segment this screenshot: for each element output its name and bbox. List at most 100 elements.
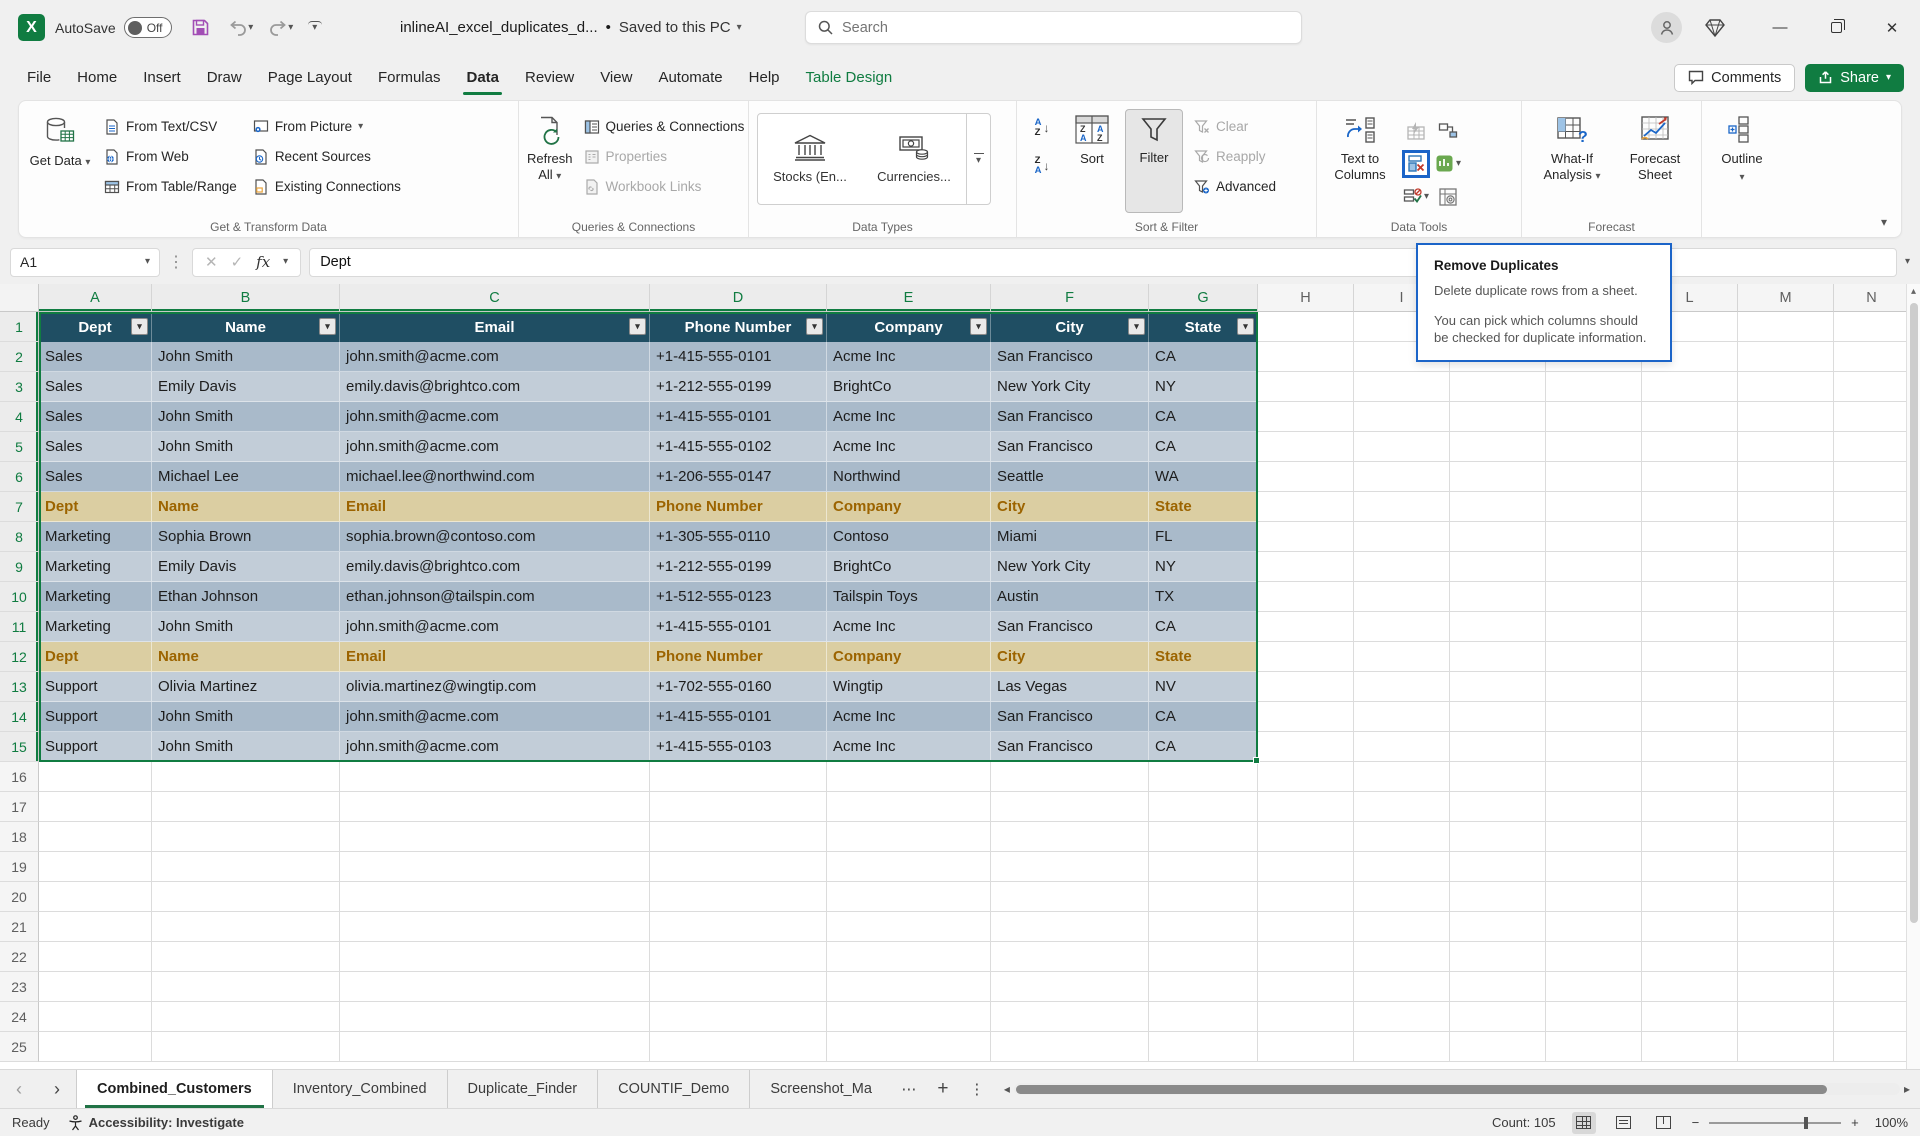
cell[interactable]: Email [340,492,650,522]
recent-sources-button[interactable]: Recent Sources [248,143,406,170]
cell[interactable] [340,912,650,942]
cell[interactable]: Acme Inc [827,432,991,462]
cell[interactable] [1546,792,1642,822]
cell[interactable] [1450,1032,1546,1062]
cell[interactable] [39,972,152,1002]
vertical-scrollbar[interactable]: ▴ [1906,284,1920,1069]
cell[interactable] [1258,312,1354,342]
cell[interactable]: Olivia Martinez [152,672,340,702]
from-picture-button[interactable]: From Picture▾ [248,113,406,140]
row-header-20[interactable]: 20 [0,882,39,912]
page-layout-view-button[interactable] [1612,1112,1636,1134]
cell[interactable] [1354,402,1450,432]
cell[interactable] [1258,852,1354,882]
cell[interactable] [152,912,340,942]
cell[interactable] [1546,612,1642,642]
cell[interactable] [1354,582,1450,612]
save-button[interactable] [188,15,214,41]
cell[interactable] [1834,732,1910,762]
cell[interactable] [650,792,827,822]
cell[interactable]: Sales [39,372,152,402]
cell[interactable] [1642,822,1738,852]
scroll-right-icon[interactable]: ▸ [1904,1082,1910,1096]
cell[interactable]: +1-206-555-0147 [650,462,827,492]
cell[interactable] [650,972,827,1002]
cell[interactable] [1546,522,1642,552]
cell[interactable] [1258,822,1354,852]
cell[interactable]: State [1149,642,1258,672]
cell[interactable] [1834,522,1910,552]
cell[interactable] [1149,822,1258,852]
cell[interactable]: BrightCo [827,372,991,402]
cell[interactable] [1738,852,1834,882]
cell[interactable] [39,792,152,822]
cell[interactable] [1738,312,1834,342]
cell[interactable] [1546,822,1642,852]
cell[interactable]: emily.davis@brightco.com [340,372,650,402]
cell[interactable]: CA [1149,612,1258,642]
zoom-thumb[interactable] [1804,1117,1808,1129]
cell[interactable]: Miami [991,522,1149,552]
premium-diamond-icon[interactable] [1704,18,1726,38]
zoom-track[interactable] [1709,1122,1841,1124]
cell[interactable] [827,1032,991,1062]
cell[interactable] [1354,522,1450,552]
row-header-4[interactable]: 4 [0,402,39,432]
outline-button[interactable]: Outline ▾ [1710,109,1774,213]
sheet-nav-next-button[interactable]: › [38,1070,76,1108]
cell[interactable]: Sales [39,432,152,462]
cell[interactable] [991,912,1149,942]
cell[interactable] [1258,462,1354,492]
add-sheet-button[interactable]: + [926,1070,960,1108]
cell[interactable] [1834,1032,1910,1062]
cell[interactable] [1834,492,1910,522]
cell[interactable] [1738,522,1834,552]
cell[interactable]: John Smith [152,432,340,462]
cell[interactable] [340,882,650,912]
cell[interactable]: Marketing [39,582,152,612]
cell[interactable]: San Francisco [991,402,1149,432]
cell[interactable] [1834,942,1910,972]
cell[interactable]: john.smith@acme.com [340,702,650,732]
cell[interactable] [340,852,650,882]
tab-help[interactable]: Help [736,61,793,94]
cell[interactable]: Ethan Johnson [152,582,340,612]
cell[interactable]: New York City [991,372,1149,402]
row-header-6[interactable]: 6 [0,462,39,492]
cell[interactable] [152,972,340,1002]
cell[interactable]: State▾ [1149,312,1258,342]
cell[interactable] [1834,312,1910,342]
cell[interactable] [1258,882,1354,912]
cell[interactable]: BrightCo [827,552,991,582]
cell[interactable] [1354,912,1450,942]
cell[interactable]: Company▾ [827,312,991,342]
cell[interactable] [1149,792,1258,822]
cell[interactable]: Email▾ [340,312,650,342]
cell[interactable] [650,942,827,972]
cell[interactable] [1354,852,1450,882]
cell[interactable] [1354,372,1450,402]
zoom-level[interactable]: 100% [1875,1115,1908,1130]
cell[interactable] [1738,672,1834,702]
cell[interactable]: Phone Number▾ [650,312,827,342]
sheet-tab-duplicate-finder[interactable]: Duplicate_Finder [448,1070,599,1108]
cell[interactable]: john.smith@acme.com [340,432,650,462]
tab-insert[interactable]: Insert [130,61,194,94]
cell[interactable] [1834,672,1910,702]
cell[interactable]: Dept [39,492,152,522]
cell[interactable] [1258,372,1354,402]
advanced-filter-button[interactable]: Advanced [1189,173,1281,200]
cell[interactable] [1450,372,1546,402]
cell[interactable]: Marketing [39,522,152,552]
properties-button[interactable]: Properties [579,143,750,170]
column-header-C[interactable]: C [340,284,650,312]
cell[interactable] [39,1002,152,1032]
cell[interactable] [1354,882,1450,912]
cell[interactable] [1258,642,1354,672]
cell[interactable] [1258,792,1354,822]
column-header-B[interactable]: B [152,284,340,312]
tab-page-layout[interactable]: Page Layout [255,61,365,94]
cell[interactable]: john.smith@acme.com [340,342,650,372]
cell[interactable]: City [991,492,1149,522]
cell[interactable] [1546,1002,1642,1032]
